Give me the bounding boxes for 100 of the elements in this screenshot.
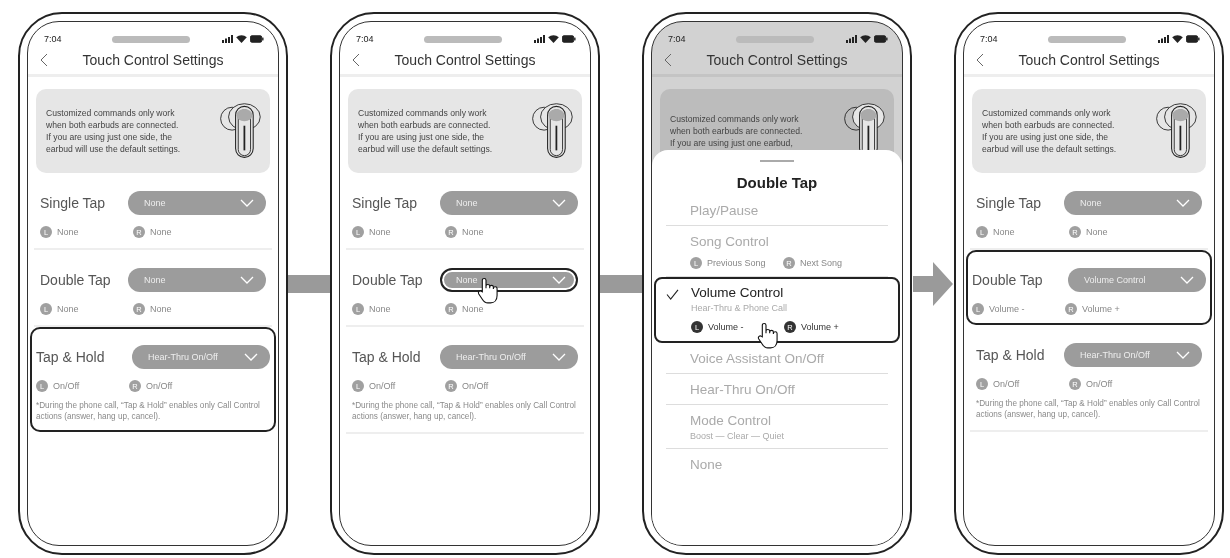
check-icon [666,289,679,300]
wifi-icon [236,35,247,43]
chevron-down-icon [1176,351,1190,359]
setting-label: Double Tap [972,272,1043,288]
chevron-down-icon [240,276,254,284]
setting-label: Double Tap [352,272,423,288]
wifi-icon [860,35,871,43]
chevron-down-icon [1180,276,1194,284]
side-value: None [57,227,79,237]
info-text: Customized commands only work when both earbuds are connected. If you are using just one side, the earbud will use the default settings. [358,107,493,155]
earbud-drawing [1154,102,1198,160]
option-item[interactable]: None [666,449,888,479]
side-value: Volume - [989,304,1025,314]
side-value: None [369,304,391,314]
status-time: 7:04 [668,34,686,44]
note-text: *During the phone call, “Tap & Hold” enables only Call Control actions (answer, hang up, cancel). [36,400,261,422]
option-label: Volume Control [691,285,785,300]
chevron-down-icon [240,199,254,207]
note-text: *During the phone call, “Tap & Hold” enables only Call Control actions (answer, hang up, cancel). [352,400,577,422]
note-text: *During the phone call, “Tap & Hold” enables only Call Control actions (answer, hang up, cancel). [976,398,1201,420]
side-value: None [369,227,391,237]
side-value: On/Off [1086,379,1113,389]
dropdown-button[interactable]: Volume Control [1068,268,1206,292]
option-subtitle: Hear-Thru & Phone Call [691,303,789,313]
side-value: Volume - [708,322,744,332]
dropdown-button[interactable]: None [128,191,266,215]
option-label: Voice Assistant On/Off [690,351,826,366]
setting-label: Tap & Hold [36,349,105,365]
option-item[interactable]: Hear-Thru On/Off [666,374,888,405]
screen-title: Touch Control Settings [705,52,849,68]
option-label: Play/Pause [690,203,760,218]
sheet-title: Double Tap [735,174,819,191]
side-value: None [993,227,1015,237]
dropdown-button[interactable]: Hear-Thru On/Off [132,345,270,369]
info-text: Customized commands only work when both earbuds are connected. If you are using just one side, the earbud will use the default settings. [982,107,1117,155]
battery-icon [1186,35,1200,43]
option-label: None [690,457,724,472]
side-value: None [1086,227,1108,237]
setting-label: Single Tap [352,195,418,211]
side-value: None [462,304,484,314]
setting-label: Double Tap [40,272,111,288]
back-icon[interactable] [352,53,360,67]
side-value: None [462,227,484,237]
signal-icon [534,35,545,43]
setting-label: Tap & Hold [352,349,421,365]
status-time: 7:04 [44,34,62,44]
side-value: On/Off [53,381,80,391]
signal-icon [846,35,857,43]
wifi-icon [1172,35,1183,43]
side-value: Volume + [1082,304,1120,314]
battery-icon [562,35,576,43]
chevron-down-icon [244,353,258,361]
dropdown-button[interactable]: Hear-Thru On/Off [440,345,578,369]
setting-label: Tap & Hold [976,347,1045,363]
setting-label: Single Tap [976,195,1042,211]
side-value: Volume + [801,322,839,332]
dropdown-button[interactable]: None [440,268,578,292]
side-value: None [57,304,79,314]
side-value: Previous Song [707,258,766,268]
dropdown-button[interactable]: Hear-Thru On/Off [1064,343,1202,367]
option-item[interactable]: Mode Control Boost — Clear — Quiet [666,405,888,449]
option-item[interactable]: Voice Assistant On/Off [666,343,888,374]
screen-title: Touch Control Settings [1017,52,1161,68]
side-value: None [150,227,172,237]
dropdown-button[interactable]: None [1064,191,1202,215]
option-label: Mode Control [690,413,773,428]
chevron-down-icon [552,276,566,284]
info-text: Customized commands only work when both earbuds are connected. If you are using just one earbud, [670,113,803,149]
side-value: On/Off [146,381,173,391]
setting-label: Single Tap [40,195,106,211]
option-label: Song Control [690,234,770,249]
chevron-down-icon [552,353,566,361]
back-icon[interactable] [664,53,672,67]
info-text: Customized commands only work when both earbuds are connected. If you are using just one side, the earbud will use the default settings. [46,107,181,155]
dropdown-button[interactable]: None [128,268,266,292]
chevron-down-icon [552,199,566,207]
side-value: On/Off [993,379,1020,389]
option-item[interactable]: Play/Pause [666,195,888,226]
battery-icon [874,35,888,43]
status-time: 7:04 [980,34,998,44]
chevron-down-icon [1176,199,1190,207]
back-icon[interactable] [976,53,984,67]
signal-icon [222,35,233,43]
dropdown-button[interactable]: None [440,191,578,215]
side-value: Next Song [800,258,843,268]
option-label: Hear-Thru On/Off [690,382,796,397]
earbud-drawing [218,102,262,160]
back-icon[interactable] [40,53,48,67]
wifi-icon [548,35,559,43]
side-value: On/Off [369,381,396,391]
battery-icon [250,35,264,43]
sheet-handle[interactable] [760,160,794,162]
screen-title: Touch Control Settings [393,52,537,68]
screen-title: Touch Control Settings [81,52,225,68]
side-value: None [150,304,172,314]
option-subtitle: Boost — Clear — Quiet [690,431,786,441]
status-time: 7:04 [356,34,374,44]
earbud-drawing [530,102,574,160]
signal-icon [1158,35,1169,43]
side-value: On/Off [462,381,489,391]
